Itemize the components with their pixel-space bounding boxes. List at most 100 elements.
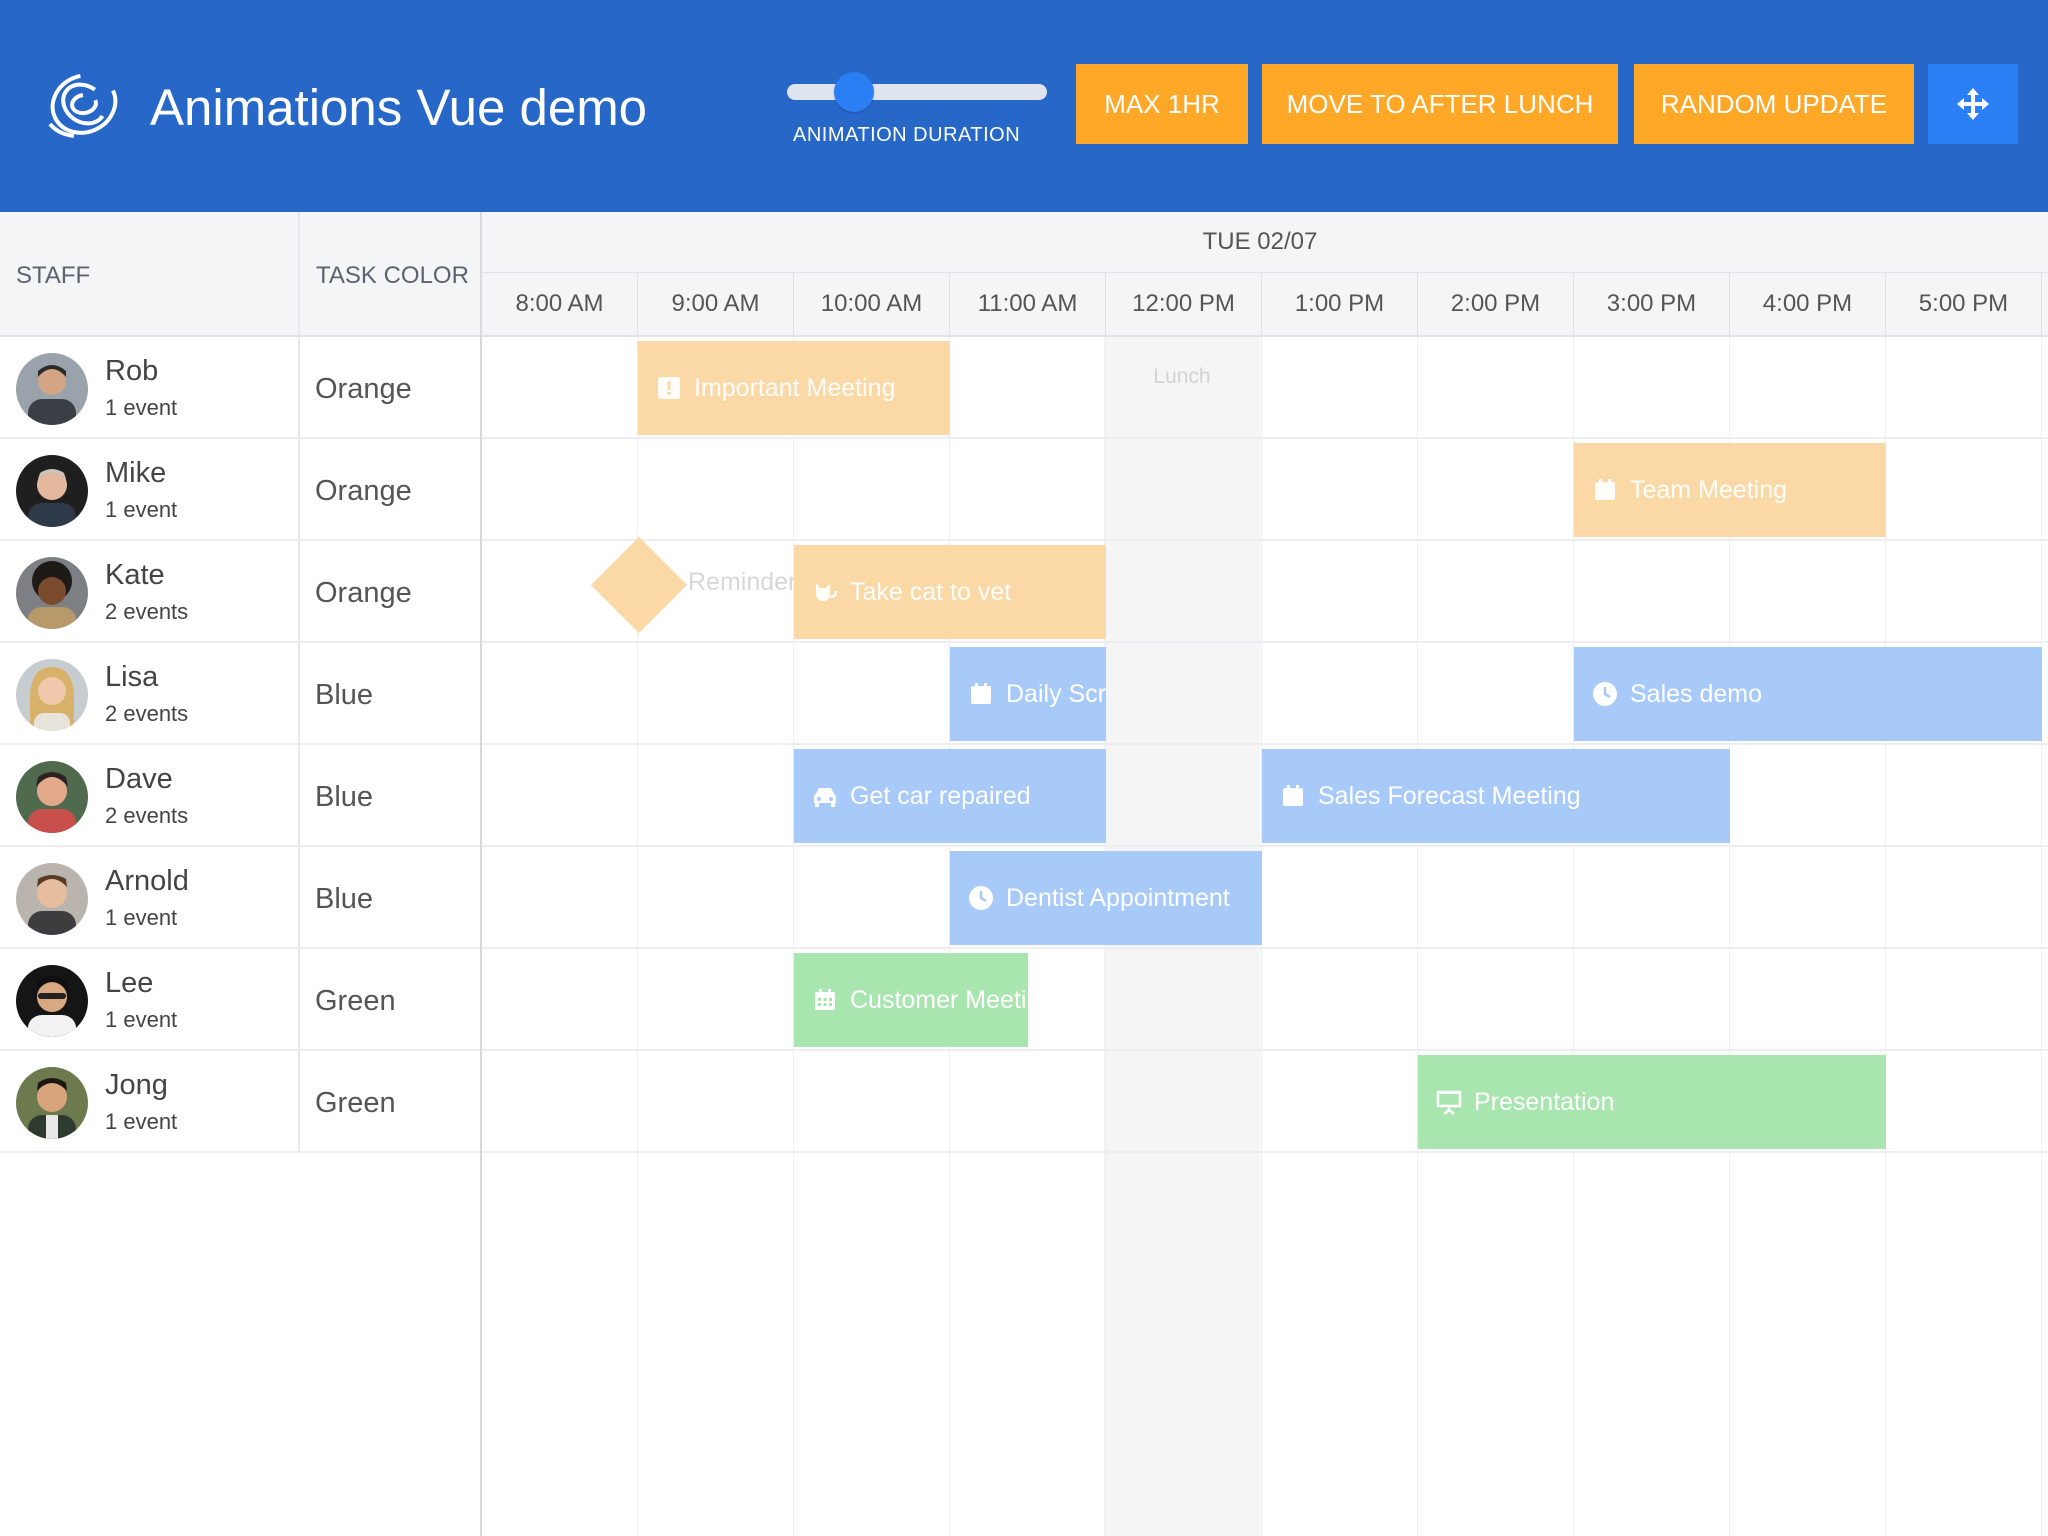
time-header-cell: 12:00 PM	[1106, 273, 1262, 335]
grid-line	[482, 947, 2048, 949]
event-title: Sales demo	[1630, 679, 1763, 708]
move-arrows-icon	[1957, 88, 1989, 120]
staff-event-count: 1 event	[105, 395, 178, 420]
grid-line	[2041, 337, 2042, 1536]
event-title: Daily Scru	[1006, 679, 1106, 708]
event-title: Take cat to vet	[850, 577, 1012, 606]
grid-line	[482, 1049, 2048, 1051]
animation-duration-slider[interactable]: ANIMATION DURATION	[787, 72, 1047, 152]
schedule-area: TUE 02/07 8:00 AM 9:00 AM 10:00 AM 11:00…	[482, 212, 2048, 1536]
reminder-milestone[interactable]	[590, 536, 688, 634]
staff-grid: STAFF TASK COLOR Rob 1 event Orange Mike…	[0, 212, 482, 1536]
slider-thumb[interactable]	[834, 72, 874, 112]
event-dentist-appointment[interactable]: Dentist Appointment	[950, 851, 1262, 945]
schedule-body[interactable]: Lunch Important Meeting Team Meeting Rem…	[482, 337, 2048, 1536]
event-title: Sales Forecast Meeting	[1318, 781, 1581, 810]
staff-event-count: 1 event	[105, 905, 178, 930]
staff-event-count: 2 events	[105, 701, 189, 726]
staff-row-kate[interactable]: Kate 2 events Orange	[0, 541, 480, 643]
time-header-cell: 10:00 AM	[794, 273, 950, 335]
time-header-cell: 5:00 PM	[1886, 273, 2042, 335]
staff-row-lee[interactable]: Lee 1 event Green	[0, 949, 480, 1051]
staff-row-mike[interactable]: Mike 1 event Orange	[0, 439, 480, 541]
avatar	[16, 1067, 88, 1139]
task-color: Orange	[315, 475, 412, 507]
staff-name: Jong	[105, 1069, 168, 1101]
calendar-icon	[968, 681, 994, 707]
task-color: Blue	[315, 883, 374, 915]
event-get-car-repaired[interactable]: Get car repaired	[794, 749, 1106, 843]
time-header-cell: 11:00 AM	[950, 273, 1106, 335]
staff-event-count: 2 events	[105, 803, 189, 828]
staff-row-arnold[interactable]: Arnold 1 event Blue	[0, 847, 480, 949]
staff-name: Rob	[105, 355, 159, 387]
slider-track[interactable]	[787, 84, 1047, 100]
grid-line	[482, 437, 2048, 439]
time-header-cell: 1:00 PM	[1262, 273, 1418, 335]
grid-line	[637, 337, 638, 1536]
event-sales-demo[interactable]: Sales demo	[1574, 647, 2042, 741]
column-header-staff[interactable]: STAFF	[16, 262, 90, 290]
time-header-cell: 3:00 PM	[1574, 273, 1730, 335]
staff-row-lisa[interactable]: Lisa 2 events Blue	[0, 643, 480, 745]
max-1hr-button[interactable]: MAX 1HR	[1076, 64, 1248, 144]
staff-row-dave[interactable]: Dave 2 events Blue	[0, 745, 480, 847]
time-header-cell: 4:00 PM	[1730, 273, 1886, 335]
event-title: Presentation	[1474, 1087, 1615, 1116]
time-axis-header: 8:00 AM 9:00 AM 10:00 AM 11:00 AM 12:00 …	[482, 273, 2048, 337]
avatar	[16, 455, 88, 527]
task-color: Orange	[315, 373, 412, 405]
staff-name: Arnold	[105, 865, 189, 897]
task-color: Orange	[315, 577, 412, 609]
event-customer-meeting[interactable]: Customer Meetin	[794, 953, 1028, 1047]
move-to-after-lunch-button[interactable]: MOVE TO AFTER LUNCH	[1262, 64, 1618, 144]
event-important-meeting[interactable]: Important Meeting	[638, 341, 950, 435]
grid-line	[482, 743, 2048, 745]
calendar-icon	[1592, 477, 1618, 503]
calendar-icon	[1280, 783, 1306, 809]
car-icon	[812, 783, 838, 809]
event-sales-forecast-meeting[interactable]: Sales Forecast Meeting	[1262, 749, 1730, 843]
event-title: Customer Meetin	[850, 985, 1028, 1014]
avatar	[16, 659, 88, 731]
move-button[interactable]	[1928, 64, 2018, 144]
staff-row-rob[interactable]: Rob 1 event Orange	[0, 337, 480, 439]
event-title: Dentist Appointment	[1006, 883, 1230, 912]
staff-event-count: 1 event	[105, 497, 178, 522]
staff-event-count: 1 event	[105, 1109, 178, 1134]
column-header-task-color[interactable]: TASK COLOR	[316, 262, 469, 290]
task-color: Blue	[315, 781, 374, 813]
avatar	[16, 965, 88, 1037]
app-header: Animations Vue demo ANIMATION DURATION M…	[0, 0, 2048, 212]
app-logo-icon	[48, 73, 118, 138]
event-daily-scrum[interactable]: Daily Scru	[950, 647, 1106, 741]
avatar	[16, 353, 88, 425]
event-title: Get car repaired	[850, 781, 1031, 810]
lunch-label: Lunch	[1153, 365, 1211, 388]
staff-row-jong[interactable]: Jong 1 event Green	[0, 1051, 480, 1153]
grid-line	[482, 845, 2048, 847]
event-presentation[interactable]: Presentation	[1418, 1055, 1886, 1149]
task-color: Green	[315, 1087, 396, 1119]
task-color: Green	[315, 985, 396, 1017]
slider-label: ANIMATION DURATION	[793, 124, 1021, 146]
date-label: TUE 02/07	[1202, 228, 1318, 255]
task-color: Blue	[315, 679, 374, 711]
event-title: Important Meeting	[694, 373, 896, 402]
avatar	[16, 557, 88, 629]
reminder-label: Reminder!	[688, 568, 804, 596]
random-update-button[interactable]: RANDOM UPDATE	[1634, 64, 1914, 144]
presentation-icon	[1436, 1089, 1462, 1115]
staff-grid-header: STAFF TASK COLOR	[0, 212, 480, 337]
staff-event-count: 2 events	[105, 599, 189, 624]
date-header: TUE 02/07	[482, 212, 2048, 273]
event-team-meeting[interactable]: Team Meeting	[1574, 443, 1886, 537]
staff-name: Lee	[105, 967, 154, 999]
grid-line	[793, 337, 794, 1536]
time-header-cell: 2:00 PM	[1418, 273, 1574, 335]
grid-line	[1417, 337, 1418, 1536]
staff-name: Mike	[105, 457, 167, 489]
event-take-cat-to-vet[interactable]: Take cat to vet	[794, 545, 1106, 639]
clock-icon	[968, 885, 994, 911]
staff-name: Lisa	[105, 661, 159, 693]
